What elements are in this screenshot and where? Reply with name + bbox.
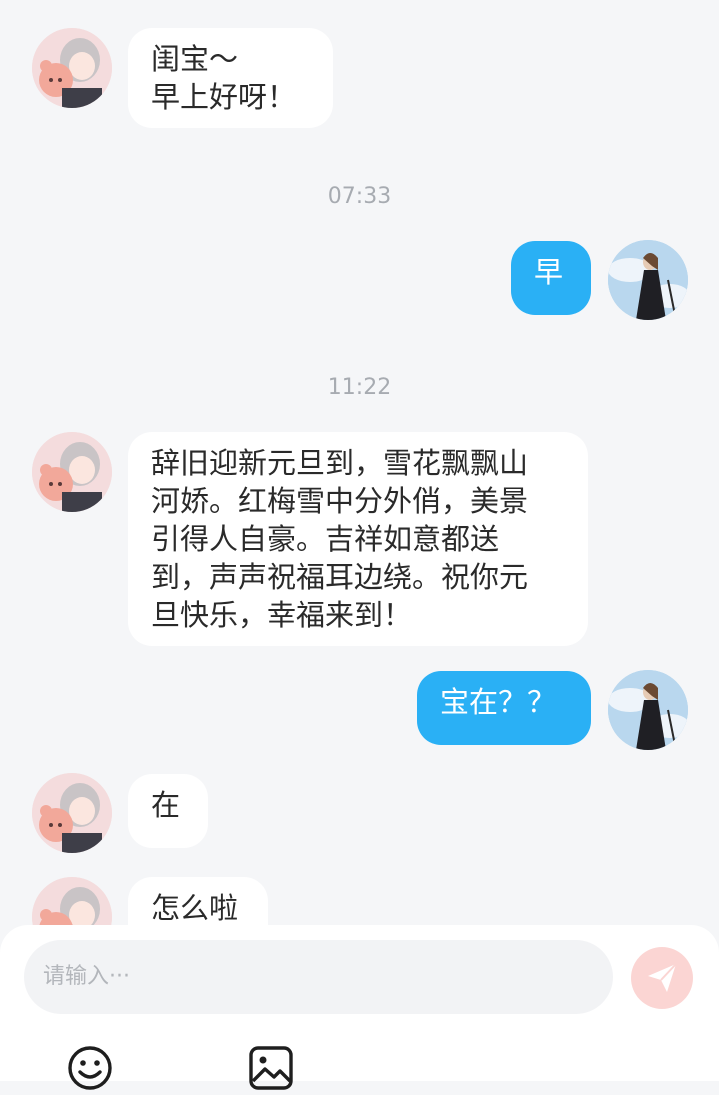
message-input[interactable]: 请输入··· [24,940,613,1014]
timestamp: 11:22 [327,375,392,400]
emoji-icon [68,1046,112,1090]
image-button[interactable] [248,1045,294,1095]
message-composer: 请输入··· [0,925,719,1090]
emoji-button[interactable] [67,1045,113,1095]
message-bubble-incoming[interactable]: 在 [128,774,208,848]
contact-avatar[interactable] [32,877,112,925]
message-bubble-outgoing[interactable]: 宝在？？ [417,671,591,745]
send-button[interactable] [631,947,693,1009]
contact-avatar[interactable] [32,432,112,512]
contact-avatar[interactable] [32,28,112,108]
message-bubble-incoming[interactable]: 辞旧迎新元旦到，雪花飘飘山 河娇。红梅雪中分外俏，美景 引得人自豪。吉祥如意都送… [128,432,588,646]
image-icon [249,1046,293,1090]
user-avatar[interactable] [608,240,688,320]
message-bubble-incoming[interactable]: 怎么啦 [128,877,268,925]
send-icon [648,963,677,992]
message-bubble-outgoing[interactable]: 早 [511,241,591,315]
message-bubble-incoming[interactable]: 闺宝～ 早上好呀！ [128,28,333,128]
chat-thread[interactable]: 闺宝～ 早上好呀！ 07:33 早 11:22 辞旧迎新元旦到，雪花飘飘山 河娇… [0,0,719,925]
timestamp: 07:33 [327,184,392,209]
contact-avatar[interactable] [32,773,112,853]
user-avatar[interactable] [608,670,688,750]
